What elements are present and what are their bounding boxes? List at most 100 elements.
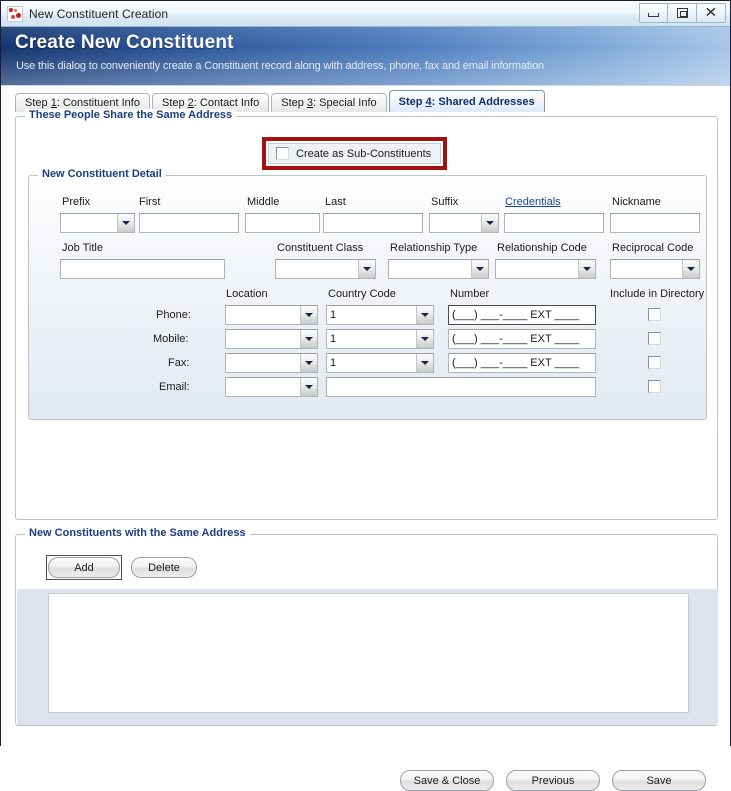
mobile-include-in-directory-checkbox[interactable] bbox=[648, 332, 661, 345]
nickname-input[interactable] bbox=[610, 213, 700, 233]
shared-address-legend: These People Share the Same Address bbox=[25, 109, 237, 121]
save-and-close-button[interactable]: Save & Close bbox=[400, 770, 494, 791]
country-code-header: Country Code bbox=[328, 288, 396, 300]
fax-country-code-value: 1 bbox=[330, 357, 337, 369]
tab-label-step-4: Step 4: Shared Addresses bbox=[398, 95, 535, 108]
fax-country-code-combo[interactable]: 1 bbox=[326, 353, 434, 373]
chevron-down-icon[interactable] bbox=[471, 260, 488, 278]
same-address-groupbox: New Constituents with the Same Address A… bbox=[15, 527, 718, 726]
sub-constituents-row: Create as Sub-Constituents bbox=[268, 143, 441, 164]
email-location-combo[interactable] bbox=[225, 377, 318, 397]
fax-number-value: (___) ___-____ EXT ____ bbox=[452, 357, 579, 369]
create-as-sub-constituents-label: Create as Sub-Constituents bbox=[296, 148, 432, 160]
nickname-label: Nickname bbox=[612, 196, 661, 208]
new-constituent-detail-legend: New Constituent Detail bbox=[38, 168, 166, 180]
same-address-list[interactable] bbox=[48, 593, 689, 713]
mobile-location-combo[interactable] bbox=[225, 329, 318, 349]
reciprocal-code-label: Reciprocal Code bbox=[612, 242, 694, 254]
relationship-type-combo[interactable] bbox=[388, 259, 489, 279]
first-label: First bbox=[139, 196, 161, 208]
chevron-down-icon[interactable] bbox=[300, 330, 317, 348]
fax-location-combo[interactable] bbox=[225, 353, 318, 373]
reciprocal-code-combo[interactable] bbox=[610, 259, 700, 279]
suffix-combo[interactable] bbox=[429, 213, 499, 233]
phone-number-value: (___) ___-____ EXT ____ bbox=[452, 309, 579, 321]
minimize-icon bbox=[648, 13, 659, 17]
chevron-down-icon[interactable] bbox=[358, 260, 375, 278]
restore-icon bbox=[676, 8, 688, 18]
save-button[interactable]: Save bbox=[612, 770, 706, 791]
phone-include-in-directory-checkbox[interactable] bbox=[648, 308, 661, 321]
relationship-type-label: Relationship Type bbox=[390, 242, 478, 254]
include-in-directory-header: Include in Directory bbox=[610, 288, 705, 300]
chevron-down-icon[interactable] bbox=[300, 378, 317, 396]
new-constituent-detail-groupbox: New Constituent Detail Prefix First Midd… bbox=[28, 168, 707, 420]
mobile-number-value: (___) ___-____ EXT ____ bbox=[452, 333, 579, 345]
tab-step-3-special-info[interactable]: Step 3: Special Info bbox=[271, 93, 387, 112]
dialog-banner: Create New Constituent Use this dialog t… bbox=[1, 27, 730, 86]
page-subtitle: Use this dialog to conveniently create a… bbox=[16, 60, 545, 72]
mobile-row-label: Mobile: bbox=[153, 333, 189, 345]
tab-label-step-1: Step 1: Constituent Info bbox=[25, 97, 140, 109]
chevron-down-icon[interactable] bbox=[416, 306, 433, 324]
chevron-down-icon[interactable] bbox=[682, 260, 699, 278]
job-title-input[interactable] bbox=[60, 259, 225, 279]
phone-country-code-combo[interactable]: 1 bbox=[326, 305, 434, 325]
add-button[interactable]: Add bbox=[46, 555, 122, 580]
constituent-class-label: Constituent Class bbox=[277, 242, 364, 254]
phone-row-label: Phone: bbox=[156, 309, 191, 321]
middle-label: Middle bbox=[247, 196, 280, 208]
dialog-window: New Constituent Creation ✕ Create New Co… bbox=[0, 0, 731, 791]
close-icon: ✕ bbox=[704, 5, 718, 21]
relationship-code-combo[interactable] bbox=[495, 259, 596, 279]
chevron-down-icon[interactable] bbox=[481, 214, 498, 232]
mobile-country-code-combo[interactable]: 1 bbox=[326, 329, 434, 349]
fax-include-in-directory-checkbox[interactable] bbox=[648, 356, 661, 369]
previous-button[interactable]: Previous bbox=[506, 770, 600, 791]
relationship-code-label: Relationship Code bbox=[497, 242, 587, 254]
delete-button[interactable]: Delete bbox=[131, 557, 197, 578]
chevron-down-icon[interactable] bbox=[578, 260, 595, 278]
credentials-input[interactable] bbox=[504, 213, 604, 233]
number-header: Number bbox=[450, 288, 490, 300]
mobile-country-code-value: 1 bbox=[330, 333, 337, 345]
chevron-down-icon[interactable] bbox=[300, 306, 317, 324]
create-as-sub-constituents-checkbox[interactable] bbox=[276, 147, 289, 160]
job-title-label: Job Title bbox=[62, 242, 103, 254]
window-controls: ✕ bbox=[639, 3, 726, 23]
dialog-body: Step 1: Constituent Info Step 2: Contact… bbox=[1, 86, 730, 791]
location-header: Location bbox=[226, 288, 268, 300]
prefix-label: Prefix bbox=[62, 196, 91, 208]
email-row-label: Email: bbox=[159, 381, 190, 393]
mobile-number-input[interactable]: (___) ___-____ EXT ____ bbox=[448, 329, 596, 349]
tab-label-step-3: Step 3: Special Info bbox=[281, 97, 377, 109]
shared-address-groupbox: These People Share the Same Address Crea… bbox=[15, 109, 718, 520]
constituent-icon bbox=[7, 5, 23, 22]
prefix-combo[interactable] bbox=[60, 213, 135, 233]
email-address-input[interactable] bbox=[326, 377, 596, 397]
phone-location-combo[interactable] bbox=[225, 305, 318, 325]
chevron-down-icon[interactable] bbox=[117, 214, 134, 232]
phone-country-code-value: 1 bbox=[330, 309, 337, 321]
first-name-input[interactable] bbox=[139, 213, 239, 233]
suffix-label: Suffix bbox=[431, 196, 459, 208]
chevron-down-icon[interactable] bbox=[416, 330, 433, 348]
fax-row-label: Fax: bbox=[168, 357, 190, 369]
tab-step-4-shared-addresses[interactable]: Step 4: Shared Addresses bbox=[388, 90, 545, 112]
credentials-link[interactable]: Credentials bbox=[505, 196, 561, 208]
same-address-legend: New Constituents with the Same Address bbox=[25, 527, 250, 539]
fax-number-input[interactable]: (___) ___-____ EXT ____ bbox=[448, 353, 596, 373]
chevron-down-icon[interactable] bbox=[416, 354, 433, 372]
phone-number-input[interactable]: (___) ___-____ EXT ____ bbox=[448, 305, 596, 325]
close-button[interactable]: ✕ bbox=[697, 3, 726, 23]
constituent-class-combo[interactable] bbox=[275, 259, 376, 279]
email-include-in-directory-checkbox[interactable] bbox=[648, 380, 661, 393]
middle-name-input[interactable] bbox=[245, 213, 320, 233]
tab-label-step-2: Step 2: Contact Info bbox=[161, 97, 260, 109]
chevron-down-icon[interactable] bbox=[300, 354, 317, 372]
window-title: New Constituent Creation bbox=[29, 6, 169, 21]
restore-button[interactable] bbox=[668, 3, 697, 23]
last-name-input[interactable] bbox=[323, 213, 423, 233]
last-label: Last bbox=[325, 196, 346, 208]
minimize-button[interactable] bbox=[639, 3, 668, 23]
